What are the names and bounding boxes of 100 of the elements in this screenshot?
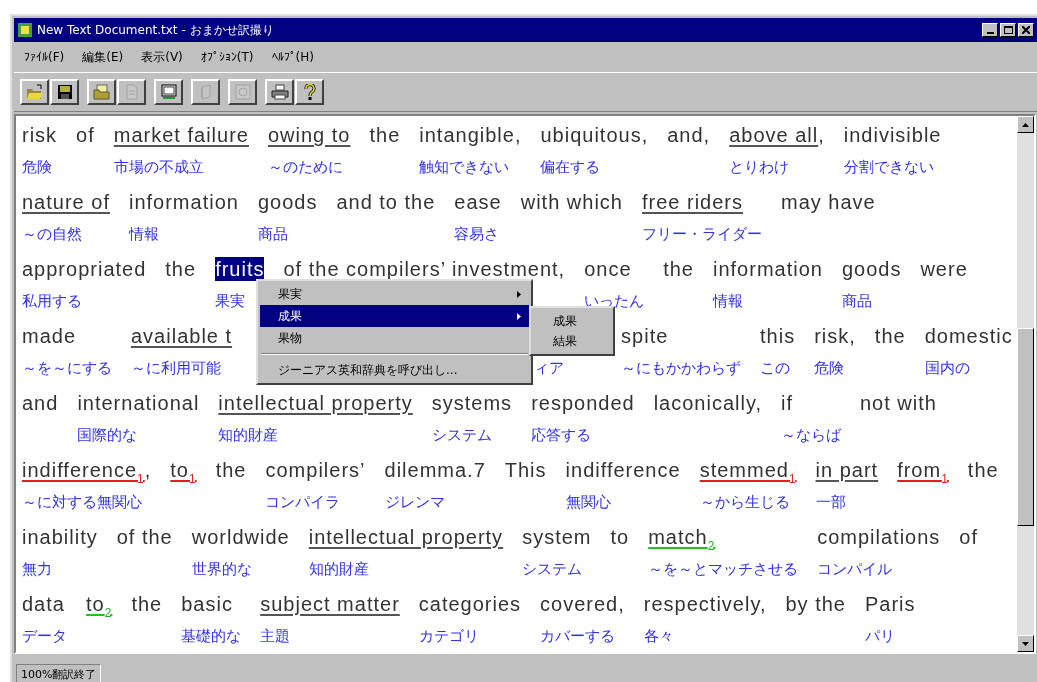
english-word: categories [418,592,522,617]
toolbar-button[interactable] [20,79,49,105]
english-word: by the [785,592,846,617]
english-word: compilers’ [265,458,366,483]
japanese-gloss: 市場の不成立 [113,157,204,178]
japanese-gloss: 知的財産 [218,425,279,446]
english-word: worldwide [191,525,290,550]
japanese-gloss: ィア [534,358,565,379]
japanese-gloss: 国際的な [77,425,138,446]
japanese-gloss: ～を～にする [22,358,112,379]
japanese-gloss: ジレンマ [384,492,445,513]
underlined-phrase: available t [131,324,233,349]
question-mark-icon [303,84,316,100]
english-word: Paris [864,592,916,617]
menu-option[interactable]: 成果 [533,311,611,331]
english-word: made [22,324,77,349]
japanese-gloss: 商品 [257,224,288,245]
toolbar-button[interactable] [50,79,79,105]
minimize-button[interactable] [982,23,998,37]
english-word: ease [454,190,502,215]
english-word: intangible, [419,123,522,148]
japanese-gloss: カテゴリ [418,626,479,647]
english-word: were [920,257,968,282]
menu-option[interactable]: 結果 [533,331,611,351]
scroll-up-button[interactable] [1017,116,1034,133]
japanese-gloss: システム [431,425,492,446]
underlined-phrase: market failure [113,123,249,148]
flagged-word: from$_{1}$ [897,458,949,487]
english-word: compilations [817,525,941,550]
english-word: of [76,123,95,148]
toolbar-button[interactable] [154,79,183,105]
japanese-gloss: とりわけ [729,157,790,178]
underlined-phrase: nature of [22,190,110,215]
menu-item[interactable]: 表示(V) [135,46,189,68]
close-icon [1022,26,1030,34]
selected-word: fruits [215,257,265,281]
english-word: and, [667,123,711,148]
japanese-gloss: 分割できない [843,157,934,178]
japanese-gloss: 世界的な [191,559,252,580]
toolbar-button[interactable] [87,79,116,105]
english-word: laconically, [653,391,762,416]
japanese-gloss: フリー・ライダー [642,224,762,245]
english-word: respectively, [643,592,767,617]
toolbar-button[interactable] [265,79,294,105]
english-word: This [504,458,547,483]
maximize-button[interactable] [1000,23,1016,37]
english-word: and to the [336,190,436,215]
menu-item[interactable]: ﾌｧｲﾙ(F) [18,48,71,66]
japanese-gloss: パリ [864,626,895,647]
japanese-gloss: 情報 [713,291,743,312]
english-word: inability [22,525,98,550]
english-word: goods [841,257,902,282]
japanese-gloss: システム [522,559,583,580]
english-word: of the compilers’ investment, [283,257,566,282]
flagged-word: to$_{1}$ [170,458,197,487]
japanese-gloss: 容易さ [454,224,500,245]
english-word: ubiquitous, [540,123,649,148]
japanese-gloss: 無関心 [565,492,611,513]
english-word: the [165,257,197,282]
underlined-phrase: free riders [642,190,744,215]
menu-item[interactable]: 編集(E) [76,46,130,68]
up-arrow-icon [1022,122,1029,127]
menu-option[interactable]: ジーニアス英和辞典を呼び出し... [260,359,529,381]
english-word: the [215,458,247,483]
toolbar-button[interactable] [295,79,324,105]
submenu-arrow-icon [517,290,521,298]
english-word: covered, [540,592,625,617]
english-word: systems [431,391,513,416]
japanese-gloss: コンパイラ [265,492,341,513]
minimize-icon [986,32,994,34]
close-button[interactable] [1018,23,1034,37]
japanese-gloss: この [760,358,791,379]
menu-option[interactable]: 果物 [260,327,529,349]
english-word: the [967,458,999,483]
flagged-word: match$_{2}$ [648,525,716,554]
submenu-arrow-icon [517,312,521,320]
flagged-word: indifference$_{1}$, [22,458,152,487]
maximize-icon [1003,26,1013,34]
flagged-word: stemmed$_{1}$ [699,458,797,487]
japanese-gloss: 情報 [128,224,159,245]
japanese-gloss: 国内の [924,358,970,379]
document-icon [123,84,140,100]
japanese-gloss: 基礎的な [181,626,242,647]
english-word: the [874,324,906,349]
menu-option[interactable]: 果実 [260,283,529,305]
menu-item[interactable]: ｵﾌﾟｼｮﾝ(T) [194,48,260,66]
english-word: appropriated [22,257,147,282]
menu-option[interactable]: 成果 [260,305,529,327]
japanese-gloss: コンパイル [817,559,893,580]
english-word: system [522,525,592,550]
english-word: responded [531,391,635,416]
scroll-down-button[interactable] [1017,635,1034,652]
japanese-gloss: 知的財産 [308,559,369,580]
scroll-thumb[interactable] [1017,328,1034,526]
menu-item[interactable]: ﾍﾙﾌﾟ(H) [265,48,320,66]
japanese-gloss: 果実 [215,291,246,312]
english-word: and [22,391,59,416]
japanese-gloss: 触知できない [419,157,510,178]
underlined-phrase: in part [815,458,879,483]
english-word: the [663,257,694,282]
